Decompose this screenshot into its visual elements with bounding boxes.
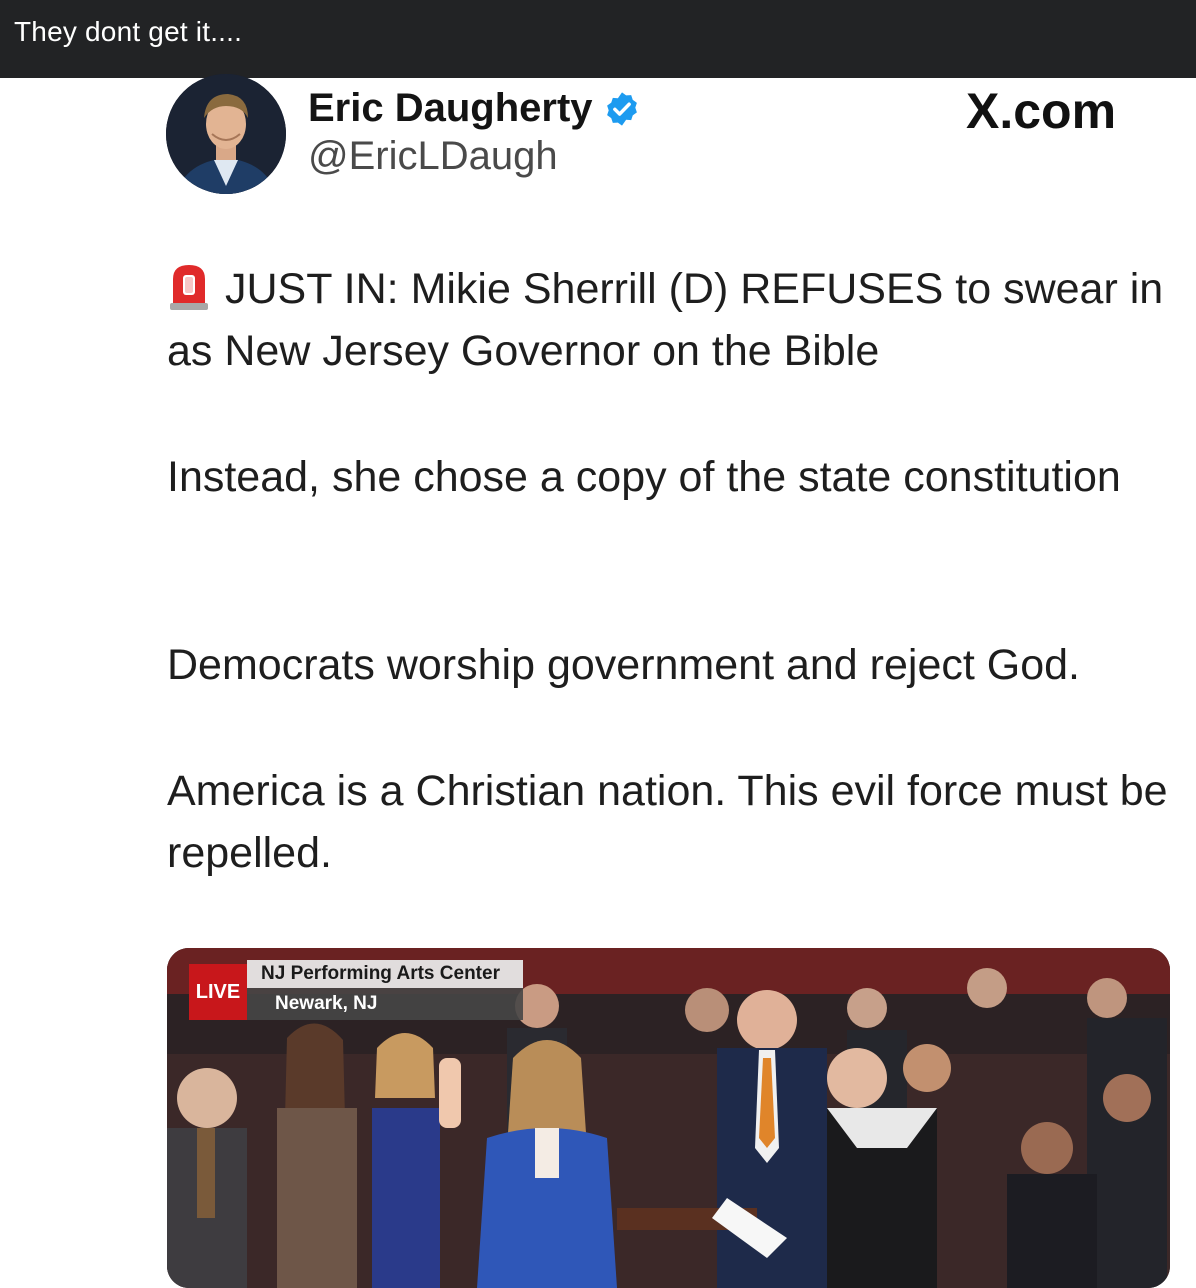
post-paragraph-1: JUST IN: Mikie Sherrill (D) REFUSES to s… (167, 258, 1177, 382)
author-name[interactable]: Eric Daugherty (308, 86, 641, 131)
location-lower-third: NJ Performing Arts Center Newark, NJ (247, 960, 523, 1020)
post-paragraph-3: Democrats worship government and reject … (167, 641, 1080, 689)
location-venue: NJ Performing Arts Center (247, 960, 523, 988)
post-title: They dont get it.... (14, 16, 243, 47)
police-siren-icon (167, 261, 211, 311)
post-paragraph-1-text: JUST IN: Mikie Sherrill (D) REFUSES to s… (167, 265, 1164, 375)
live-badge: LIVE (189, 964, 247, 1020)
post-video[interactable]: LIVE NJ Performing Arts Center Newark, N… (167, 948, 1170, 1288)
top-bar: They dont get it.... (0, 0, 1196, 78)
verified-badge-icon (603, 90, 641, 128)
location-city: Newark, NJ (247, 988, 523, 1020)
avatar[interactable] (166, 74, 286, 194)
post-paragraph-4: America is a Christian nation. This evil… (167, 767, 1168, 877)
post-paragraph-2: Instead, she chose a copy of the state c… (167, 453, 1121, 501)
platform-logo: X.com (966, 83, 1117, 139)
author-handle[interactable]: @EricLDaugh (308, 134, 558, 179)
author-name-text: Eric Daugherty (308, 86, 593, 130)
